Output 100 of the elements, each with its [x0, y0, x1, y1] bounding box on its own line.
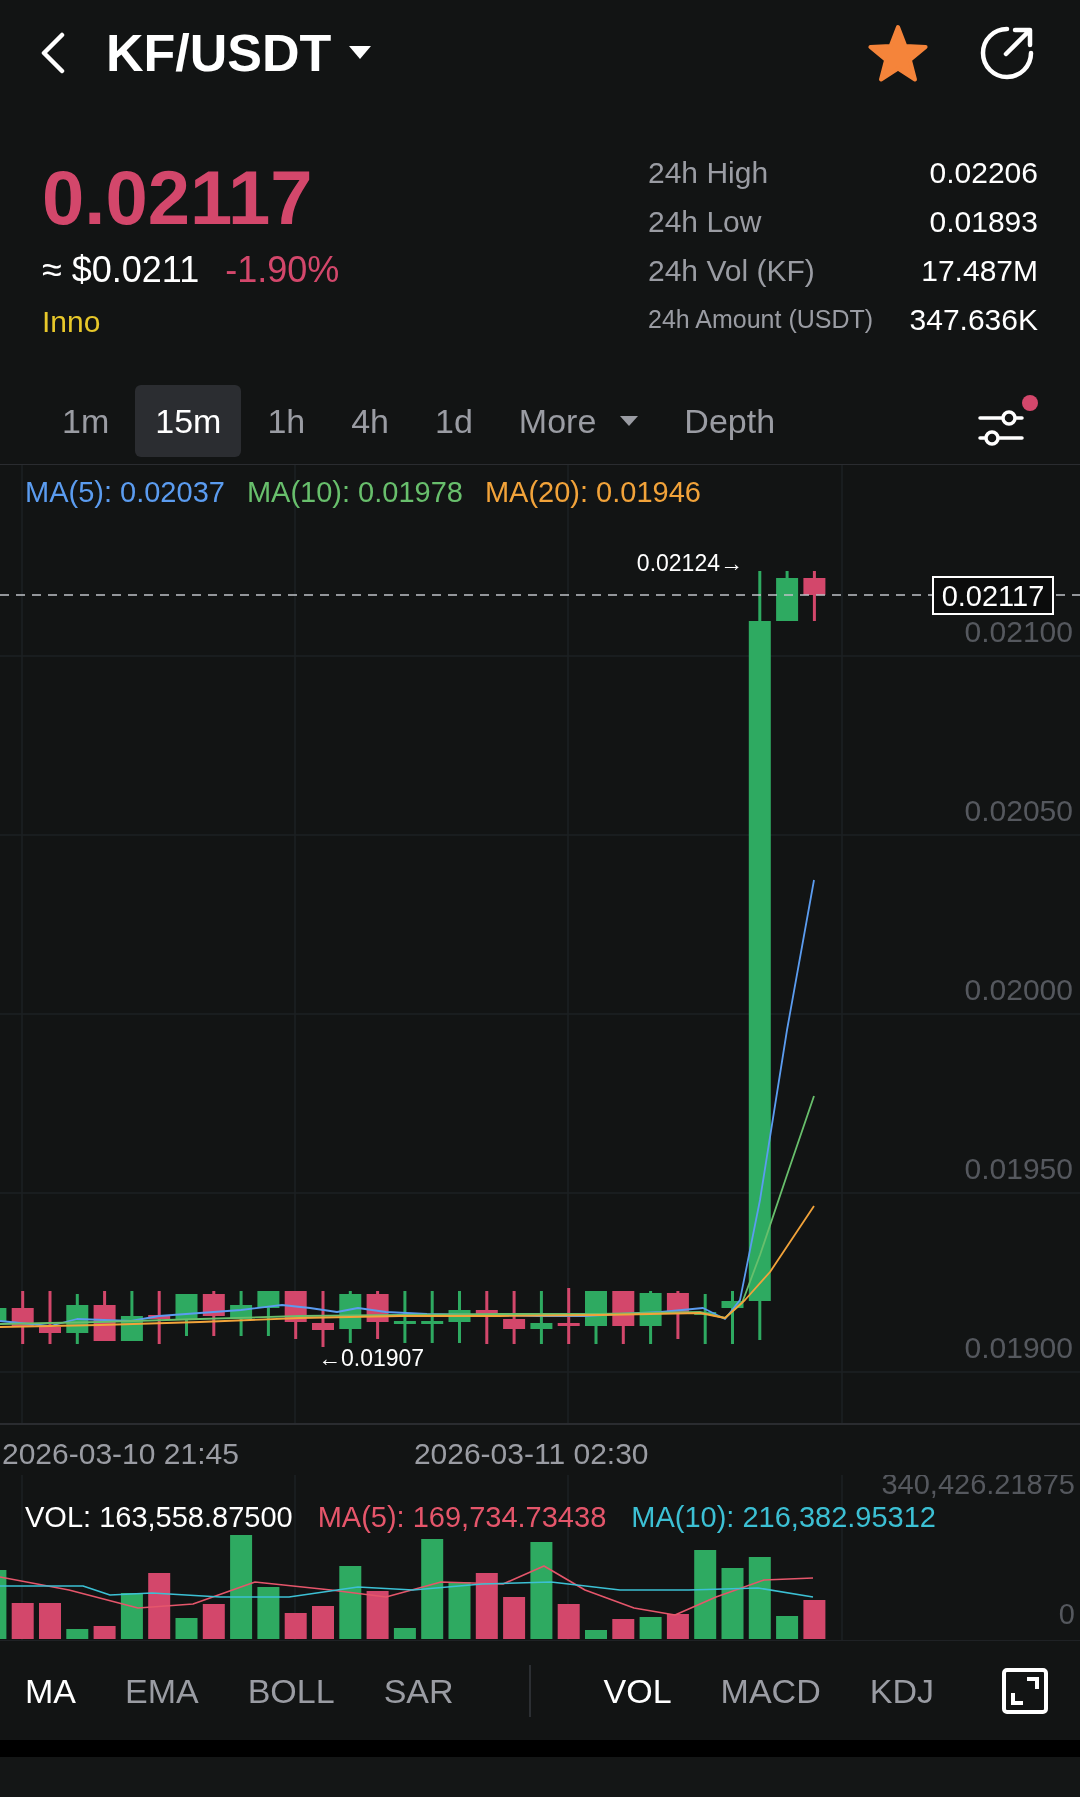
indicator-tab[interactable]: VOL: [603, 1670, 672, 1711]
indicator-tab[interactable]: BOLL: [247, 1670, 335, 1711]
volume-bar: [39, 1603, 61, 1639]
volume-bar: [175, 1618, 198, 1639]
indicator-tab[interactable]: KDJ: [869, 1670, 934, 1711]
candle: [93, 1291, 116, 1341]
price-axis-label: 0.01950: [964, 1152, 1073, 1185]
candle: [202, 1291, 225, 1336]
volume-bar: [666, 1614, 689, 1639]
volume-bar: [721, 1568, 744, 1639]
stat-label: 24h Low: [648, 204, 763, 239]
stat-value: 17.487M: [920, 253, 1038, 288]
indicator-value: MA(5): 0.02037: [25, 475, 225, 510]
expand-icon: [1002, 1667, 1048, 1714]
stat-value: 347.636K: [909, 302, 1038, 337]
interval-tab[interactable]: 4h: [331, 385, 410, 457]
candle: [475, 1291, 498, 1344]
volume-bar: [366, 1591, 389, 1639]
price-axis-label: 0.01900: [964, 1331, 1073, 1364]
volume-bar: [585, 1630, 607, 1639]
pair-selector[interactable]: KF/USDT: [106, 22, 372, 83]
star-icon[interactable]: [866, 22, 930, 83]
stat-label: 24h Vol (KF): [648, 253, 816, 288]
low-price-marker: ←0.01907: [318, 1345, 425, 1371]
sliders-icon: [978, 407, 1024, 447]
candle: [421, 1291, 444, 1343]
more-dropdown[interactable]: More: [498, 385, 659, 457]
volume-bar: [776, 1616, 799, 1639]
indicator-tab[interactable]: MA: [25, 1670, 76, 1711]
volume-value: VOL: 163,558.87500: [25, 1500, 293, 1535]
volume-bar: [612, 1619, 635, 1639]
interval-tab[interactable]: 1h: [247, 385, 326, 457]
volume-bar: [639, 1617, 662, 1639]
candle: [776, 571, 799, 621]
caret-icon: [349, 46, 372, 59]
volume-bar: [557, 1604, 580, 1639]
candle: [666, 1291, 689, 1339]
volume-bar: [202, 1604, 225, 1639]
interval-tab[interactable]: 15m: [135, 385, 242, 457]
candle: [448, 1291, 471, 1343]
volume-value: MA(5): 169,734.73438: [317, 1500, 607, 1535]
indicator-value: MA(20): 0.01946: [484, 475, 701, 510]
interval-tab[interactable]: Depth: [664, 385, 796, 457]
volume-bar: [93, 1626, 116, 1639]
interval-tab[interactable]: 1m: [42, 385, 130, 457]
back-icon: [40, 31, 66, 74]
indicator-tab[interactable]: SAR: [383, 1670, 454, 1711]
candle: [803, 571, 826, 621]
volume-bar: [312, 1606, 334, 1639]
candle: [530, 1291, 553, 1344]
candle: [339, 1291, 362, 1343]
candle: [0, 1308, 7, 1321]
stat-label: 24h High: [648, 155, 770, 190]
candle: [721, 1291, 744, 1344]
candle: [148, 1291, 171, 1344]
candle: [557, 1288, 580, 1344]
candle: [39, 1291, 61, 1344]
volume-bar: [803, 1600, 826, 1639]
indicator-tab[interactable]: MACD: [720, 1670, 821, 1711]
volume-bar: [257, 1587, 280, 1639]
volume-bar: [120, 1593, 143, 1639]
indicator-tab[interactable]: EMA: [125, 1670, 199, 1711]
candle: [230, 1291, 253, 1336]
candle: [175, 1294, 198, 1336]
volume-bar: [148, 1573, 171, 1639]
volume-bar: [503, 1597, 526, 1639]
price-change: -1.90%: [225, 249, 340, 291]
candle: [312, 1291, 334, 1347]
volume-bar: [0, 1570, 7, 1639]
volume-bar: [448, 1582, 471, 1639]
stat-value: 0.01893: [928, 204, 1038, 239]
volume-bar: [66, 1629, 89, 1639]
volume-bar: [393, 1628, 416, 1639]
stat-label: 24h Amount (USDT): [648, 305, 874, 334]
chart-settings-button[interactable]: [978, 395, 1038, 447]
candle: [11, 1291, 34, 1344]
candle: [366, 1291, 389, 1339]
candle: [694, 1294, 717, 1344]
volume-bar: [11, 1603, 34, 1639]
volume-bar: [475, 1573, 498, 1639]
last-price: 0.02117: [42, 156, 314, 240]
price-axis-label: 0.02000: [964, 973, 1073, 1006]
back-button[interactable]: [40, 31, 66, 74]
time-axis-label: 2026-03-11 02:30: [413, 1439, 649, 1469]
usd-price: ≈ $0.0211: [42, 249, 200, 291]
candle: [257, 1291, 280, 1336]
indicator-value: MA(10): 0.01978: [246, 475, 463, 510]
volume-value: MA(10): 216,382.95312: [631, 1500, 936, 1535]
interval-tab[interactable]: 1d: [415, 385, 493, 457]
candle: [585, 1291, 607, 1344]
time-axis-label: 2026-03-10 21:45: [2, 1439, 239, 1469]
price-axis-label: 0.02050: [964, 794, 1073, 827]
price-axis-label: 0.02100: [964, 615, 1073, 648]
candle: [612, 1291, 635, 1344]
candle: [120, 1291, 143, 1341]
candle: [284, 1291, 307, 1339]
candle: [639, 1291, 662, 1344]
fullscreen-button[interactable]: [1002, 1667, 1048, 1714]
token-tag: Inno: [42, 302, 101, 342]
high-price-marker: 0.02124→: [636, 550, 743, 576]
